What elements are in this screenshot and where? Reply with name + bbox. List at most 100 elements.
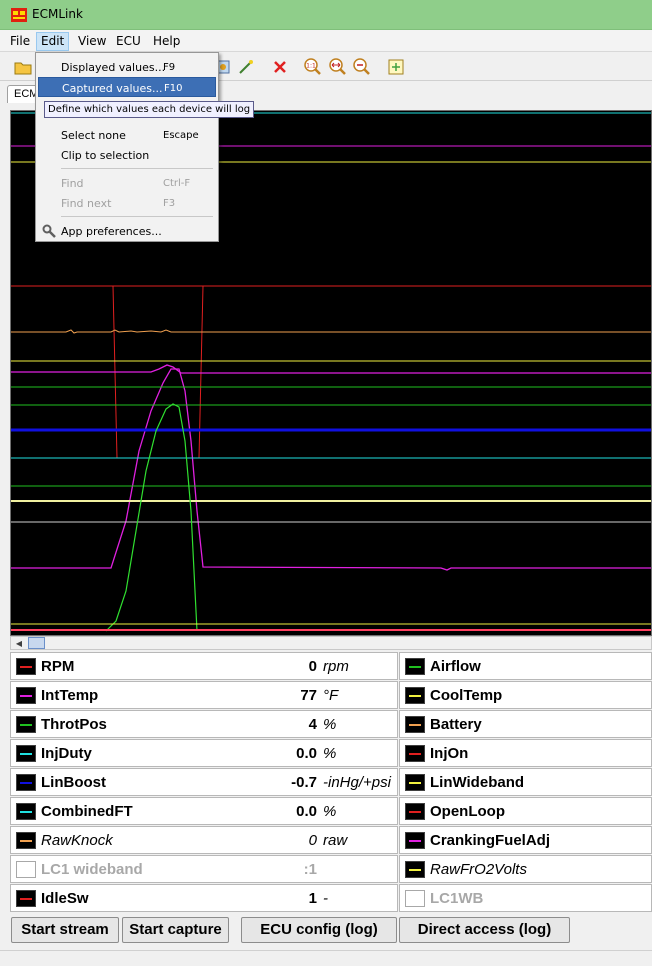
value-name: ThrotPos	[41, 716, 107, 733]
value-unit: %	[323, 803, 337, 820]
delete-icon[interactable]	[270, 57, 290, 77]
menu-find-next: Find next F3	[61, 197, 176, 210]
value-cell-linwideband[interactable]: LinWideband	[399, 768, 652, 796]
scroll-left-arrow-icon[interactable]: ◀	[13, 638, 25, 649]
menu-displayed-values[interactable]: Displayed values... F9	[38, 57, 216, 77]
value-cell-openloop[interactable]: OpenLoop	[399, 797, 652, 825]
value-unit: rpm	[323, 658, 349, 675]
value-reading: 77	[300, 687, 317, 704]
zoom-fit-icon[interactable]	[328, 57, 348, 77]
menu-ecu[interactable]: ECU	[112, 32, 145, 51]
value-cell-airflow[interactable]: Airflow	[399, 652, 652, 680]
value-name: LinWideband	[430, 774, 525, 791]
color-swatch[interactable]	[16, 803, 36, 820]
color-swatch[interactable]	[405, 890, 425, 907]
value-name: CombinedFT	[41, 803, 133, 820]
wand-icon[interactable]	[236, 57, 256, 77]
value-cell-cooltemp[interactable]: CoolTemp	[399, 681, 652, 709]
color-swatch[interactable]	[405, 803, 425, 820]
color-swatch[interactable]	[16, 890, 36, 907]
menu-file[interactable]: File	[6, 32, 34, 51]
menu-edit[interactable]: Edit	[36, 32, 70, 51]
value-unit: °F	[323, 687, 339, 704]
value-name: InjDuty	[41, 745, 92, 762]
value-cell-rawknock[interactable]: RawKnock 0 raw	[10, 826, 398, 854]
direct-access-button[interactable]: Direct access (log)	[399, 917, 570, 943]
value-unit: %	[323, 716, 337, 733]
value-reading: 0	[308, 658, 317, 675]
color-swatch[interactable]	[405, 687, 425, 704]
value-cell-rpm[interactable]: RPM 0 rpm	[10, 652, 398, 680]
color-swatch[interactable]	[16, 861, 36, 878]
menu-separator	[61, 216, 213, 217]
color-swatch[interactable]	[405, 658, 425, 675]
menu-clip-to-selection[interactable]: Clip to selection	[38, 145, 216, 165]
value-name: CoolTemp	[430, 687, 503, 704]
start-stream-button[interactable]: Start stream	[11, 917, 119, 943]
menu-help[interactable]: Help	[149, 32, 184, 51]
value-unit: %	[323, 745, 337, 762]
value-name: CrankingFuelAdj	[430, 832, 551, 849]
trace-green-peak	[105, 403, 198, 632]
start-capture-button[interactable]: Start capture	[122, 917, 229, 943]
title-bar: ECMLink	[0, 0, 652, 30]
value-cell-injon[interactable]: InjOn	[399, 739, 652, 767]
value-cell-lc1wb[interactable]: LC1WB	[399, 884, 652, 912]
zoom-actual-icon[interactable]: 1:1	[303, 57, 323, 77]
value-reading: :1	[303, 861, 317, 878]
color-swatch[interactable]	[405, 832, 425, 849]
export-icon[interactable]	[386, 57, 406, 77]
value-cell-combinedft[interactable]: CombinedFT 0.0%	[10, 797, 398, 825]
chart-scrollbar[interactable]: ◀	[10, 636, 652, 650]
color-swatch[interactable]	[16, 658, 36, 675]
app-logo-icon	[11, 8, 27, 22]
value-reading: 0.0	[296, 803, 317, 820]
menu-captured-values[interactable]: Captured values... F10	[38, 77, 216, 97]
value-name: Airflow	[430, 658, 481, 675]
color-swatch[interactable]	[405, 774, 425, 791]
color-swatch[interactable]	[16, 687, 36, 704]
value-cell-throtpos[interactable]: ThrotPos 4%	[10, 710, 398, 738]
color-swatch[interactable]	[16, 745, 36, 762]
value-name: Battery	[430, 716, 482, 733]
value-reading: 1	[308, 890, 317, 907]
value-cell-inttemp[interactable]: IntTemp 77 °F	[10, 681, 398, 709]
menu-find: Find Ctrl-F	[61, 177, 191, 190]
value-cell-injduty[interactable]: InjDuty 0.0%	[10, 739, 398, 767]
status-bar	[0, 950, 652, 966]
value-cell-battery[interactable]: Battery	[399, 710, 652, 738]
value-cell-linboost[interactable]: LinBoost -0.7 -inHg/+psi	[10, 768, 398, 796]
value-reading: 0.0	[296, 745, 317, 762]
color-swatch[interactable]	[405, 716, 425, 733]
color-swatch[interactable]	[16, 774, 36, 791]
value-cell-lc1-wideband[interactable]: LC1 wideband:1	[10, 855, 398, 883]
trace-magenta-curve	[11, 364, 651, 374]
value-unit: -	[323, 890, 328, 907]
values-grid: RPM 0 rpm Airflow IntTemp 77 °F CoolTemp ThrotPo…	[10, 652, 652, 913]
value-reading: 4	[308, 716, 317, 733]
value-cell-idlesw[interactable]: IdleSw 1-	[10, 884, 398, 912]
color-swatch[interactable]	[405, 745, 425, 762]
value-cell-crankingfueladj[interactable]: CrankingFuelAdj	[399, 826, 652, 854]
zoom-out-icon[interactable]	[352, 57, 372, 77]
color-swatch[interactable]	[16, 716, 36, 733]
value-name: RawFrO2Volts	[430, 861, 527, 878]
edit-menu-dropdown: Displayed values... F9 Captured values..…	[35, 52, 219, 242]
preferences-icon	[42, 224, 56, 238]
svg-text:1:1: 1:1	[306, 63, 316, 70]
value-name: InjOn	[430, 745, 469, 762]
color-swatch[interactable]	[16, 832, 36, 849]
value-name: OpenLoop	[430, 803, 505, 820]
window-title: ECMLink	[32, 7, 83, 21]
menu-app-preferences[interactable]: App preferences...	[38, 221, 216, 241]
menu-select-none[interactable]: Select none Escape	[38, 125, 216, 145]
value-name: RPM	[41, 658, 75, 675]
menu-view[interactable]: View	[74, 32, 110, 51]
color-swatch[interactable]	[405, 861, 425, 878]
ecu-config-button[interactable]: ECU config (log)	[241, 917, 397, 943]
value-cell-rawfro2volts[interactable]: RawFrO2Volts	[399, 855, 652, 883]
trace-magenta-peak	[11, 368, 651, 571]
scroll-thumb[interactable]	[28, 637, 45, 649]
open-folder-icon[interactable]	[13, 57, 33, 77]
menu-separator	[61, 168, 213, 169]
